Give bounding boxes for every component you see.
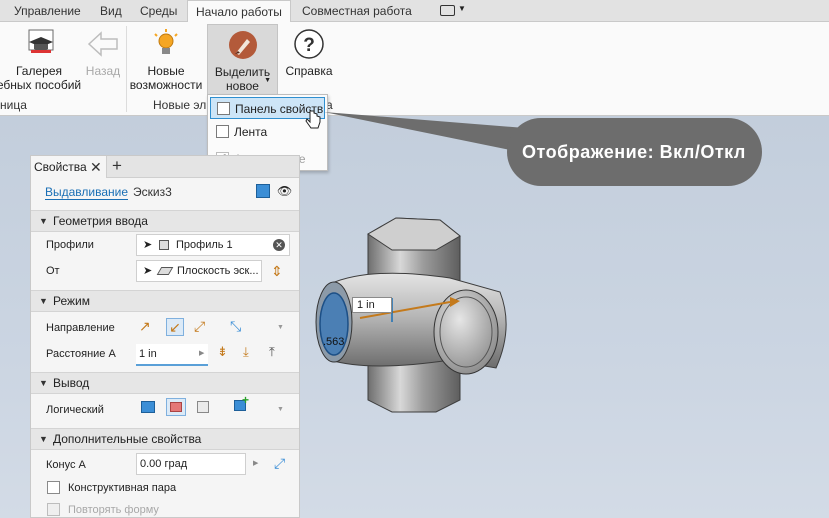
tab-view[interactable]: Вид	[100, 0, 122, 22]
plus-icon: +	[242, 393, 250, 407]
section-advanced[interactable]: ▼ Дополнительные свойства	[31, 428, 299, 450]
section-mode[interactable]: ▼ Режим	[31, 290, 299, 312]
plane-icon	[156, 267, 174, 275]
help-icon: ?	[294, 29, 324, 59]
collapse-icon: ▼	[39, 434, 48, 444]
repeat-form-label: Повторять форму	[68, 504, 159, 516]
repeat-form-checkbox	[47, 503, 60, 516]
to-icon[interactable]: ⤓	[243, 344, 261, 362]
construction-pair-checkbox[interactable]	[47, 481, 60, 494]
panel-tab-bar: Свойства ✕ +	[31, 156, 299, 178]
through-all-icon[interactable]: ⤒	[269, 344, 287, 362]
svg-text:?: ?	[303, 35, 315, 56]
help-label: Справка	[285, 64, 333, 78]
tab-get-started[interactable]: Начало работы	[187, 0, 291, 23]
part-model[interactable]	[300, 200, 530, 430]
cursor-select-icon: ➤	[143, 265, 153, 277]
section-title: Геометрия ввода	[53, 214, 148, 228]
direction-symmetric-icon[interactable]: ⤢	[194, 318, 212, 336]
chevron-down-icon[interactable]: ▼	[277, 324, 284, 331]
cursor-select-icon: ➤	[143, 239, 153, 251]
construction-pair-label: Конструктивная пара	[68, 482, 177, 494]
section-title: Дополнительные свойства	[53, 432, 202, 446]
back-label: Назад	[85, 64, 121, 78]
whats-new-label: Новые возможности	[129, 64, 203, 92]
breadcrumb-feature[interactable]: Выдавливание	[45, 185, 129, 200]
distance-icon[interactable]: ⇕	[271, 263, 283, 280]
add-tab-icon[interactable]: +	[112, 156, 122, 176]
highlight-brush-icon	[228, 31, 257, 59]
back-button[interactable]: Назад	[82, 24, 124, 96]
section-geometry[interactable]: ▼ Геометрия ввода	[31, 210, 299, 232]
taper-value: 0.00 град	[140, 458, 188, 470]
taper-input[interactable]: 0.00 град	[136, 453, 246, 475]
distance-label: Расстояние А	[46, 348, 116, 360]
taper-label: Конус А	[46, 459, 86, 471]
to-next-icon[interactable]: ⇟	[217, 344, 235, 362]
profiles-selector[interactable]: ➤ Профиль 1 ✕	[136, 234, 290, 256]
tab-environments[interactable]: Среды	[140, 0, 177, 22]
clear-icon[interactable]: ✕	[273, 239, 285, 251]
help-button[interactable]: ? Справка	[282, 24, 336, 96]
checkbox-ribbon[interactable]	[216, 125, 229, 138]
callout-tooltip: Отображение: Вкл/Откл	[507, 118, 762, 186]
tab-collaborate[interactable]: Совместная работа	[302, 0, 412, 22]
cube-icon[interactable]	[256, 184, 270, 198]
ribbon-display-toggle[interactable]: ▼	[440, 4, 466, 17]
lightbulb-icon	[154, 29, 178, 54]
dimension-label[interactable]: 1 in	[352, 297, 392, 313]
back-arrow-icon	[87, 31, 118, 57]
ribbon-panel: Галерея ебных пособий Назад Новые возмож…	[0, 22, 829, 116]
direction-label: Направление	[46, 322, 115, 334]
chevron-down-icon[interactable]: ▼	[277, 406, 284, 413]
tab-properties-label: Свойства	[34, 160, 87, 174]
from-value: Плоскость эск...	[177, 265, 259, 277]
boolean-label: Логический	[46, 404, 104, 416]
from-label: От	[46, 265, 60, 277]
dimension-label-2: .563	[323, 336, 345, 348]
profiles-label: Профили	[46, 239, 94, 251]
intersect-icon[interactable]	[197, 401, 209, 413]
tutorial-gallery-button[interactable]: Галерея ебных пособий	[0, 24, 82, 96]
cut-shape	[170, 402, 182, 412]
mouse-cursor-icon	[305, 108, 321, 129]
collapse-icon: ▼	[39, 378, 48, 388]
separator	[126, 26, 127, 112]
profiles-value: Профиль 1	[176, 239, 233, 251]
graduation-cap-icon	[28, 29, 54, 53]
property-panel: Свойства ✕ + Выдавливание Эскиз3 👁 ▼ Гео…	[30, 155, 300, 518]
whats-new-button[interactable]: Новые возможности	[128, 24, 204, 96]
tab-manage[interactable]: Управление	[14, 0, 81, 22]
cut-icon[interactable]	[166, 398, 186, 416]
profile-icon	[159, 240, 169, 250]
section-title: Вывод	[53, 376, 90, 390]
section-output[interactable]: ▼ Вывод	[31, 372, 299, 394]
collapse-icon: ▼	[39, 296, 48, 306]
menu-item-label: Лента	[234, 125, 268, 139]
flip-taper-icon[interactable]: ⤢	[274, 455, 285, 472]
checkbox-property-panel[interactable]	[217, 102, 230, 115]
distance-input[interactable]: 1 in	[136, 344, 208, 366]
distance-value: 1 in	[139, 348, 157, 360]
group-label-new-features: Новые эл	[153, 98, 207, 112]
collapse-icon: ▼	[39, 216, 48, 226]
from-selector[interactable]: ➤ Плоскость эск...	[136, 260, 262, 282]
dropdown-arrow-icon: ▼	[264, 77, 271, 84]
direction-default-icon[interactable]: ↗	[139, 318, 157, 336]
join-icon[interactable]	[141, 401, 155, 413]
breadcrumb-sketch[interactable]: Эскиз3	[133, 185, 172, 199]
direction-asymmetric-icon[interactable]: ⤡	[230, 318, 248, 336]
group-label-launch: ница	[0, 98, 27, 112]
expand-arrow-icon[interactable]: ▶	[253, 459, 258, 467]
section-title: Режим	[53, 294, 90, 308]
expand-arrow-icon[interactable]: ▶	[199, 349, 204, 357]
ribbon-tab-bar: Управление Вид Среды Начало работы Совме…	[0, 0, 829, 23]
close-icon[interactable]: ✕	[90, 156, 102, 178]
eye-icon[interactable]: 👁	[277, 184, 292, 198]
direction-flipped-icon[interactable]: ↙	[166, 318, 184, 336]
tutorial-gallery-label: Галерея ебных пособий	[0, 64, 82, 92]
panel-icon	[440, 5, 455, 16]
chevron-down-icon: ▼	[458, 4, 466, 13]
highlight-new-button[interactable]: Выделить новое ▼	[207, 24, 278, 96]
